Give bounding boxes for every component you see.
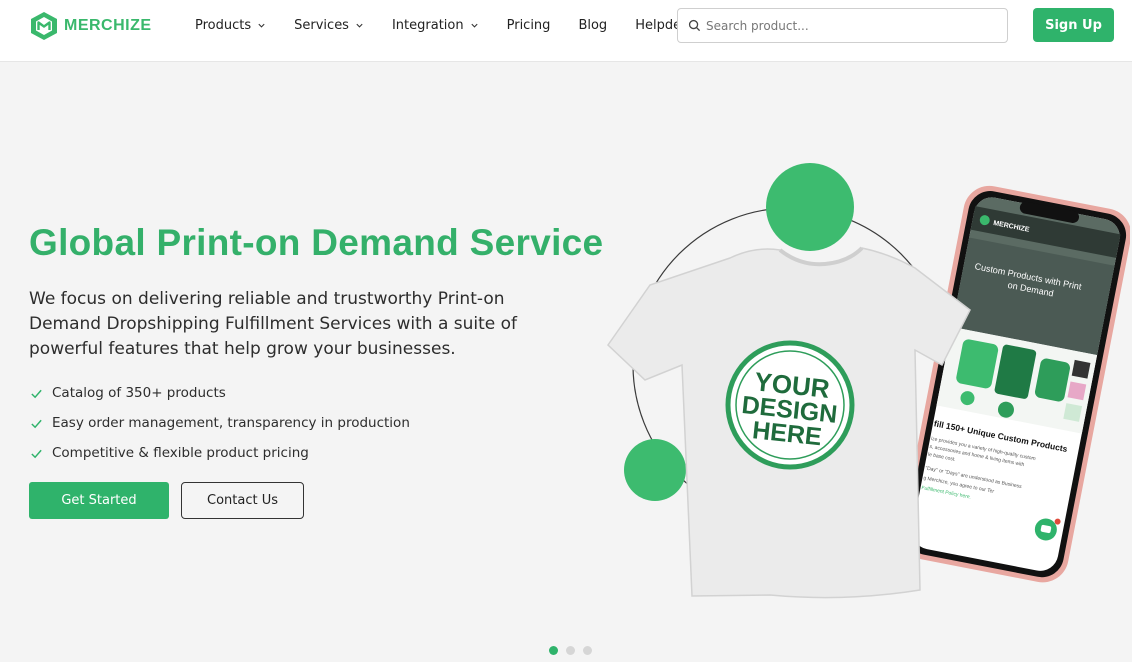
feature-item: Competitive & flexible product pricing [30, 438, 410, 468]
get-started-button[interactable]: Get Started [29, 482, 169, 519]
hero-illustration: MERCHIZE Custom Products with Print on D… [607, 163, 1130, 599]
feature-text: Competitive & flexible product pricing [52, 445, 309, 461]
nav-item-label: Pricing [506, 17, 551, 33]
merchize-logo-icon [31, 12, 57, 40]
brand-logo[interactable]: MERCHIZE [28, 10, 152, 42]
hero-description: We focus on delivering reliable and trus… [29, 289, 518, 359]
slider-dot[interactable] [566, 646, 575, 655]
decor-circle-left [624, 439, 686, 501]
feature-list: Catalog of 350+ products Easy order mana… [30, 378, 410, 468]
nav-item-label: Services [294, 17, 349, 33]
slider-dot[interactable] [583, 646, 592, 655]
contact-us-button[interactable]: Contact Us [181, 482, 304, 519]
nav-item-products[interactable]: Products [195, 18, 266, 33]
search-icon [688, 19, 701, 32]
feature-text: Catalog of 350+ products [52, 385, 226, 401]
nav-item-pricing[interactable]: Pricing [507, 18, 551, 33]
sign-up-button[interactable]: Sign Up [1033, 8, 1114, 42]
chevron-down-icon [258, 23, 265, 28]
check-icon [31, 419, 42, 428]
nav-item-label: Blog [578, 17, 608, 33]
nav-item-label: Integration [391, 17, 464, 33]
decor-circle-top [766, 163, 854, 251]
chevron-down-icon [471, 23, 478, 28]
nav-item-blog[interactable]: Blog [578, 18, 607, 33]
search-box[interactable] [677, 8, 1008, 43]
brand-name: MERCHIZE [64, 17, 152, 34]
chevron-down-icon [356, 23, 363, 28]
phone-mockup: MERCHIZE Custom Products with Print on D… [900, 185, 1130, 583]
main-nav: Products Services Integration Pricing Bl… [195, 0, 723, 50]
site-header: MERCHIZE Products Services Integration P… [0, 0, 1132, 62]
feature-item: Easy order management, transparency in p… [30, 408, 410, 438]
feature-item: Catalog of 350+ products [30, 378, 410, 408]
nav-item-label: Products [195, 17, 252, 33]
search-input[interactable] [706, 18, 986, 33]
hero-title: Global Print-on Demand Service [29, 222, 604, 263]
check-icon [31, 389, 42, 398]
slider-dot[interactable] [549, 646, 558, 655]
feature-text: Easy order management, transparency in p… [52, 415, 410, 431]
nav-item-integration[interactable]: Integration [392, 18, 479, 33]
nav-item-services[interactable]: Services [294, 18, 364, 33]
slider-dots [549, 646, 592, 655]
check-icon [31, 449, 42, 458]
tshirt-mockup: YOUR DESIGN HERE [607, 246, 971, 599]
